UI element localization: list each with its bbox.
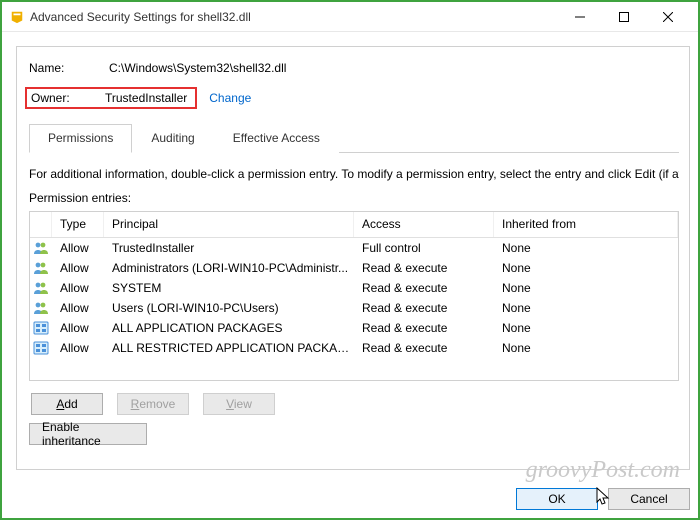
cell-access: Read & execute xyxy=(354,321,494,335)
cell-principal: TrustedInstaller xyxy=(104,241,354,255)
cell-principal: ALL RESTRICTED APPLICATION PACKAGES xyxy=(104,341,354,355)
name-value: C:\Windows\System32\shell32.dll xyxy=(109,61,286,75)
table-row[interactable]: AllowSYSTEMRead & executeNone xyxy=(30,278,678,298)
window-frame: Advanced Security Settings for shell32.d… xyxy=(0,0,700,520)
cell-access: Read & execute xyxy=(354,261,494,275)
add-button[interactable]: Add xyxy=(31,393,103,415)
cell-type: Allow xyxy=(52,301,104,315)
change-owner-link[interactable]: Change xyxy=(209,91,251,105)
table-row[interactable]: AllowAdministrators (LORI-WIN10-PC\Admin… xyxy=(30,258,678,278)
table-row[interactable]: AllowTrustedInstallerFull controlNone xyxy=(30,238,678,258)
col-inherited[interactable]: Inherited from xyxy=(494,212,678,237)
cell-access: Read & execute xyxy=(354,301,494,315)
users-icon xyxy=(30,301,52,315)
users-icon xyxy=(30,281,52,295)
cell-inherited: None xyxy=(494,321,678,335)
enable-inheritance-button[interactable]: Enable inheritance xyxy=(29,423,147,445)
cell-inherited: None xyxy=(494,341,678,355)
table-row[interactable]: AllowUsers (LORI-WIN10-PC\Users)Read & e… xyxy=(30,298,678,318)
permissions-grid[interactable]: Type Principal Access Inherited from All… xyxy=(29,211,679,381)
cell-inherited: None xyxy=(494,261,678,275)
cell-access: Read & execute xyxy=(354,281,494,295)
cell-type: Allow xyxy=(52,341,104,355)
owner-label: Owner: xyxy=(31,91,105,105)
tab-effective-access[interactable]: Effective Access xyxy=(214,124,339,153)
table-row[interactable]: AllowALL APPLICATION PACKAGESRead & exec… xyxy=(30,318,678,338)
grid-header: Type Principal Access Inherited from xyxy=(30,212,678,238)
cell-access: Full control xyxy=(354,241,494,255)
minimize-button[interactable] xyxy=(558,2,602,32)
cancel-button[interactable]: Cancel xyxy=(608,488,690,510)
col-principal[interactable]: Principal xyxy=(104,212,354,237)
cell-principal: SYSTEM xyxy=(104,281,354,295)
security-shield-icon xyxy=(10,10,24,24)
close-button[interactable] xyxy=(646,2,690,32)
cell-type: Allow xyxy=(52,281,104,295)
table-row[interactable]: AllowALL RESTRICTED APPLICATION PACKAGES… xyxy=(30,338,678,358)
cell-inherited: None xyxy=(494,281,678,295)
package-icon xyxy=(30,321,52,335)
users-icon xyxy=(30,241,52,255)
cell-inherited: None xyxy=(494,301,678,315)
col-access[interactable]: Access xyxy=(354,212,494,237)
main-panel: Name: C:\Windows\System32\shell32.dll Ow… xyxy=(16,46,690,470)
view-button: View xyxy=(203,393,275,415)
info-text: For additional information, double-click… xyxy=(29,167,679,181)
package-icon xyxy=(30,341,52,355)
name-label: Name: xyxy=(29,61,109,75)
cell-principal: Users (LORI-WIN10-PC\Users) xyxy=(104,301,354,315)
cell-inherited: None xyxy=(494,241,678,255)
col-type[interactable]: Type xyxy=(52,212,104,237)
cell-principal: Administrators (LORI-WIN10-PC\Administr.… xyxy=(104,261,354,275)
entries-label: Permission entries: xyxy=(29,191,679,205)
cell-principal: ALL APPLICATION PACKAGES xyxy=(104,321,354,335)
users-icon xyxy=(30,261,52,275)
tab-permissions[interactable]: Permissions xyxy=(29,124,132,153)
cell-type: Allow xyxy=(52,241,104,255)
cell-type: Allow xyxy=(52,261,104,275)
cell-type: Allow xyxy=(52,321,104,335)
remove-button: Remove xyxy=(117,393,189,415)
window-title: Advanced Security Settings for shell32.d… xyxy=(30,10,251,24)
owner-value: TrustedInstaller xyxy=(105,91,187,105)
tabstrip: Permissions Auditing Effective Access xyxy=(29,123,679,153)
cell-access: Read & execute xyxy=(354,341,494,355)
titlebar: Advanced Security Settings for shell32.d… xyxy=(2,2,698,32)
maximize-button[interactable] xyxy=(602,2,646,32)
tab-auditing[interactable]: Auditing xyxy=(132,124,213,153)
ok-button[interactable]: OK xyxy=(516,488,598,510)
owner-highlight: Owner: TrustedInstaller xyxy=(25,87,197,109)
